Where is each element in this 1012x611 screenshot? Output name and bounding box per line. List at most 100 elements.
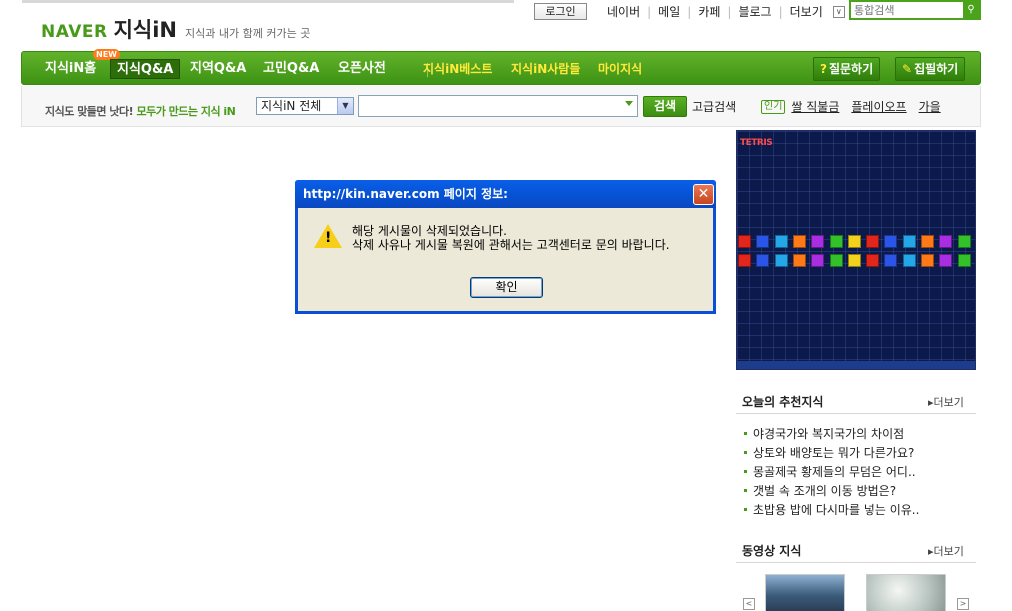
tab-my-kin[interactable]: 마이지식	[598, 52, 642, 86]
tetris-block	[829, 254, 843, 267]
kin-search-input[interactable]	[358, 95, 638, 117]
tab-kin-best[interactable]: 지식iN베스트	[423, 52, 492, 86]
tab-kin-home[interactable]: 지식iN홈	[45, 52, 96, 86]
autocomplete-toggle-icon[interactable]	[625, 101, 633, 106]
top-link-naver[interactable]: 네이버	[600, 3, 647, 20]
search-tagline: 지식도 맞들면 낫다! 모두가 만드는 지식 iN	[45, 105, 236, 118]
section-divider	[736, 413, 976, 414]
dialog-title-bar[interactable]: http://kin.naver.com 페이지 정보: ✕	[295, 180, 716, 208]
tetris-block	[847, 254, 861, 267]
chevron-down-icon: ▼	[337, 98, 353, 114]
dialog-body: ! 해당 게시물이 삭제되었습니다. 삭제 사유나 게시물 복원에 관해서는 고…	[298, 208, 713, 311]
top-link-cafe[interactable]: 카페	[691, 3, 727, 20]
tetris-block	[756, 235, 770, 248]
recommended-list: 야경국가와 복지국가의 차이점 상토와 배양토는 뭐가 다른가요? 몽골제국 황…	[744, 425, 976, 520]
top-divider	[22, 0, 514, 3]
tetris-block	[792, 254, 806, 267]
tetris-block	[957, 235, 971, 248]
login-button[interactable]: 로그인	[534, 3, 587, 20]
tetris-block	[774, 235, 788, 248]
bullet-icon	[744, 469, 747, 473]
list-item[interactable]: 상토와 배양토는 뭐가 다른가요?	[744, 444, 976, 463]
video-thumbnail[interactable]	[765, 574, 845, 611]
service-slogan: 지식과 내가 함께 커가는 곳	[185, 27, 311, 40]
tetris-block	[939, 235, 953, 248]
naver-kin-logo[interactable]: NAVER 지식iN 지식과 내가 함께 커가는 곳	[41, 14, 310, 44]
tab-worry-qa[interactable]: 고민Q&A	[263, 52, 319, 86]
dialog-message-line: 삭제 사유나 게시물 복원에 관해서는 고객센터로 문의 바랍니다.	[352, 238, 670, 252]
video-thumbnail[interactable]	[866, 574, 946, 611]
ask-question-button[interactable]: ? 질문하기	[813, 57, 881, 81]
top-link-blog[interactable]: 블로그	[731, 3, 778, 20]
unified-search-box: ⚲	[849, 0, 981, 20]
list-item[interactable]: 초밥용 밥에 다시마를 넣는 이유..	[744, 501, 976, 520]
popular-keyword[interactable]: 플레이오프	[851, 98, 906, 115]
search-scope-select[interactable]: 지식iN 전체 ▼	[256, 97, 354, 115]
tetris-block	[774, 254, 788, 267]
popular-badge: 인기	[761, 99, 786, 114]
tetris-block	[829, 235, 843, 248]
video-knowledge-title: 동영상 지식	[742, 544, 802, 558]
popular-keyword[interactable]: 쌀 직불금	[791, 98, 839, 115]
bullet-icon	[744, 450, 747, 454]
tetris-block	[921, 254, 934, 267]
tetris-block	[866, 254, 880, 267]
recommended-title: 오늘의 추천지식	[742, 395, 824, 409]
close-icon[interactable]: ✕	[693, 184, 714, 205]
question-icon: ?	[820, 62, 827, 76]
tetris-block	[957, 254, 971, 267]
popular-keywords: 인기 쌀 직불금 플레이오프 가을	[761, 99, 953, 114]
section-divider	[736, 562, 976, 563]
list-item[interactable]: 갯벌 속 조개의 이동 방법은?	[744, 482, 976, 501]
tetris-block	[792, 235, 806, 248]
search-icon[interactable]: ⚲	[963, 2, 979, 18]
advanced-search-link[interactable]: 고급검색	[692, 98, 736, 115]
list-item[interactable]: 야경국가와 복지국가의 차이점	[744, 425, 976, 444]
search-button[interactable]: 검색	[643, 96, 687, 117]
ok-button[interactable]: 확인	[470, 277, 543, 298]
tetris-block	[811, 254, 825, 267]
tetris-game-banner[interactable]: TETRIS	[736, 130, 976, 370]
video-next-button[interactable]: >	[957, 598, 969, 610]
tetris-block	[811, 235, 825, 248]
tab-kin-qa[interactable]: 지식Q&A	[110, 59, 181, 79]
tab-local-qa[interactable]: 지역Q&A	[190, 52, 246, 86]
top-links: 네이버 | 메일 | 카페 | 블로그 | 더보기 ∨	[600, 3, 845, 20]
tetris-block	[847, 235, 861, 248]
block-row	[737, 235, 975, 249]
pencil-icon: ✎	[902, 62, 913, 76]
warning-icon-mark: !	[325, 230, 332, 246]
top-link-mail[interactable]: 메일	[651, 3, 687, 20]
tetris-block	[921, 235, 934, 248]
tetris-block	[884, 254, 898, 267]
bullet-icon	[744, 488, 747, 492]
chevron-down-icon[interactable]: ∨	[832, 5, 845, 18]
unified-search-input[interactable]	[854, 3, 960, 17]
dialog-title: http://kin.naver.com 페이지 정보:	[303, 187, 508, 201]
kin-service-name: 지식iN	[113, 18, 178, 42]
tab-open-dictionary[interactable]: 오픈사전	[338, 52, 386, 86]
top-link-more[interactable]: 더보기	[783, 3, 830, 20]
naver-brand: NAVER	[41, 22, 108, 42]
write-article-button[interactable]: ✎ 집필하기	[895, 57, 966, 81]
tetris-logo: TETRIS	[740, 138, 773, 148]
tetris-block	[939, 254, 953, 267]
bullet-icon	[744, 431, 747, 435]
main-nav: NEW 지식iN홈 지식Q&A 지역Q&A 고민Q&A 오픈사전 지식iN베스트…	[21, 49, 981, 86]
tetris-block	[756, 254, 770, 267]
alert-dialog: http://kin.naver.com 페이지 정보: ✕ ! 해당 게시물이…	[295, 180, 716, 314]
tetris-block	[902, 254, 916, 267]
tetris-block	[738, 235, 751, 248]
tetris-block	[902, 235, 916, 248]
video-more-link[interactable]: ▸더보기	[928, 543, 964, 559]
tetris-block	[866, 235, 880, 248]
tetris-block	[738, 254, 751, 267]
tetris-block	[884, 235, 898, 248]
recommended-more-link[interactable]: ▸더보기	[928, 394, 964, 410]
tab-kin-people[interactable]: 지식iN사람들	[511, 52, 580, 86]
popular-keyword[interactable]: 가을	[919, 98, 941, 115]
video-prev-button[interactable]: <	[743, 598, 755, 610]
bullet-icon	[744, 507, 747, 511]
list-item[interactable]: 몽골제국 황제들의 무덤은 어디..	[744, 463, 976, 482]
block-row	[737, 254, 975, 268]
